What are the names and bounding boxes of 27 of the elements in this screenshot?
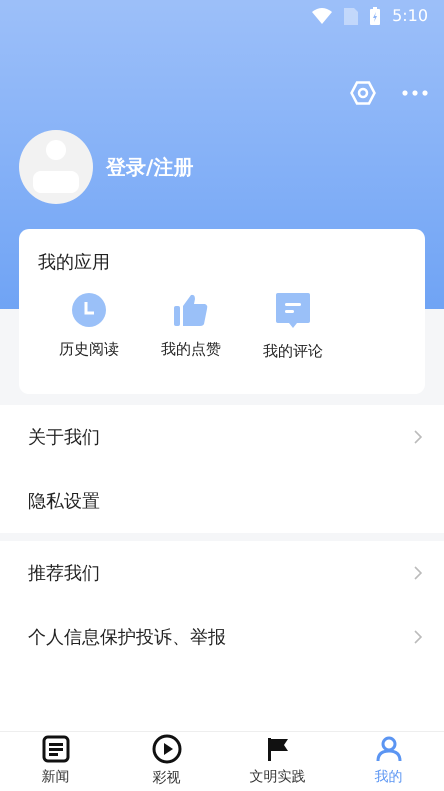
menu-item[interactable]: 关于我们 [0, 405, 444, 469]
person-icon [374, 735, 402, 763]
thumbs-up-icon [173, 292, 209, 328]
tab-bar-item[interactable]: 彩视 [111, 732, 222, 791]
battery-icon [370, 7, 380, 25]
menu-item[interactable]: 隐私设置 [0, 469, 444, 533]
status-time: 5:10 [392, 5, 428, 27]
app-shortcut[interactable]: 我的评论 [242, 292, 344, 362]
document-icon [42, 735, 70, 763]
chevron-right-icon [414, 566, 422, 580]
no-sim-icon [344, 8, 358, 24]
comment-icon [275, 292, 311, 330]
clock-icon [71, 292, 107, 328]
app-shortcut[interactable]: 历史阅读 [38, 292, 140, 362]
menu-item[interactable]: 个人信息保护投诉、举报 [0, 605, 444, 669]
tab-bar-item[interactable]: 新闻 [0, 732, 111, 791]
avatar[interactable] [19, 130, 93, 204]
card-title: 我的应用 [38, 251, 111, 275]
play-icon [152, 734, 182, 764]
app-shortcut[interactable]: 我的点赞 [140, 292, 242, 362]
chevron-right-icon [414, 630, 422, 644]
settings-icon[interactable] [350, 81, 376, 105]
menu-item[interactable]: 推荐我们 [0, 541, 444, 605]
wifi-icon [312, 8, 332, 24]
tab-bar-item[interactable]: 文明实践 [222, 732, 333, 791]
more-icon[interactable] [402, 90, 428, 96]
chevron-right-icon [414, 430, 422, 444]
